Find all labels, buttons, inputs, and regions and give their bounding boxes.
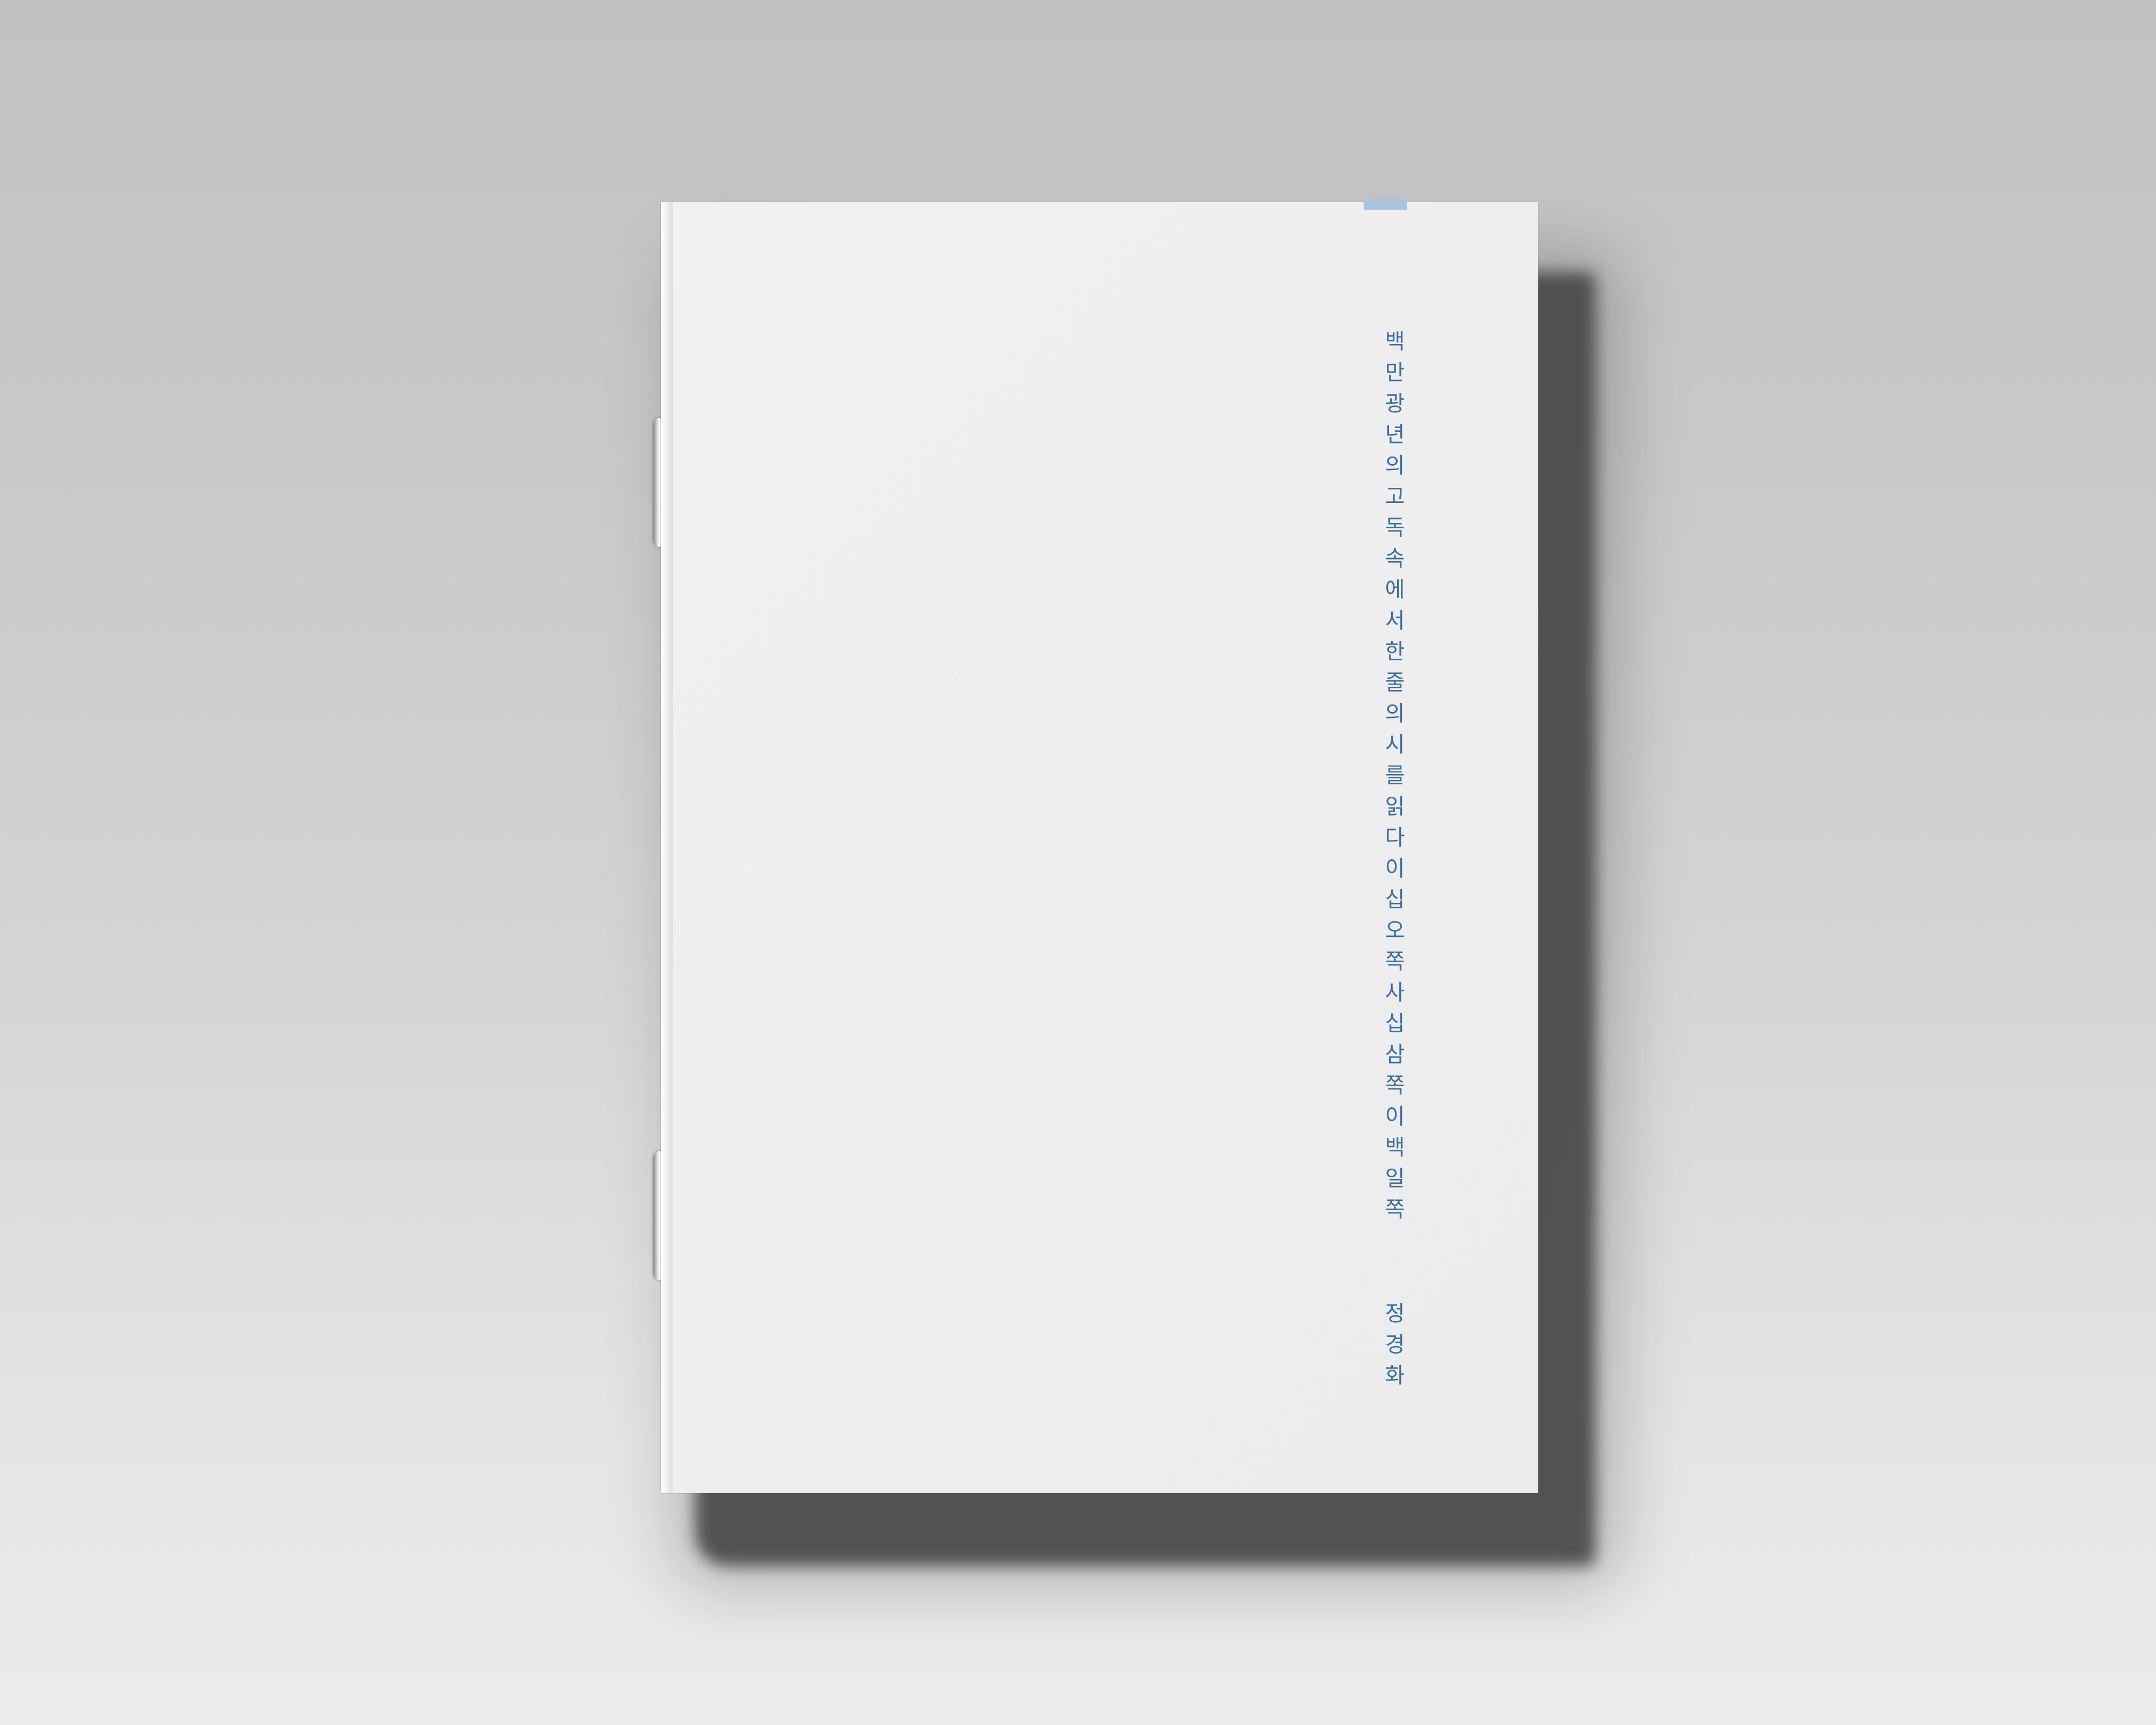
top-tab	[1364, 199, 1407, 210]
book-cover: 백만광년의고독속에서한줄의시를읽다이십오쪽사십삼쪽이백일쪽 정경화	[661, 199, 1538, 1493]
spine-edge	[661, 202, 673, 1493]
book-author: 정경화	[1380, 1302, 1405, 1395]
book-title: 백만광년의고독속에서한줄의시를읽다이십오쪽사십삼쪽이백일쪽	[1380, 330, 1405, 1229]
